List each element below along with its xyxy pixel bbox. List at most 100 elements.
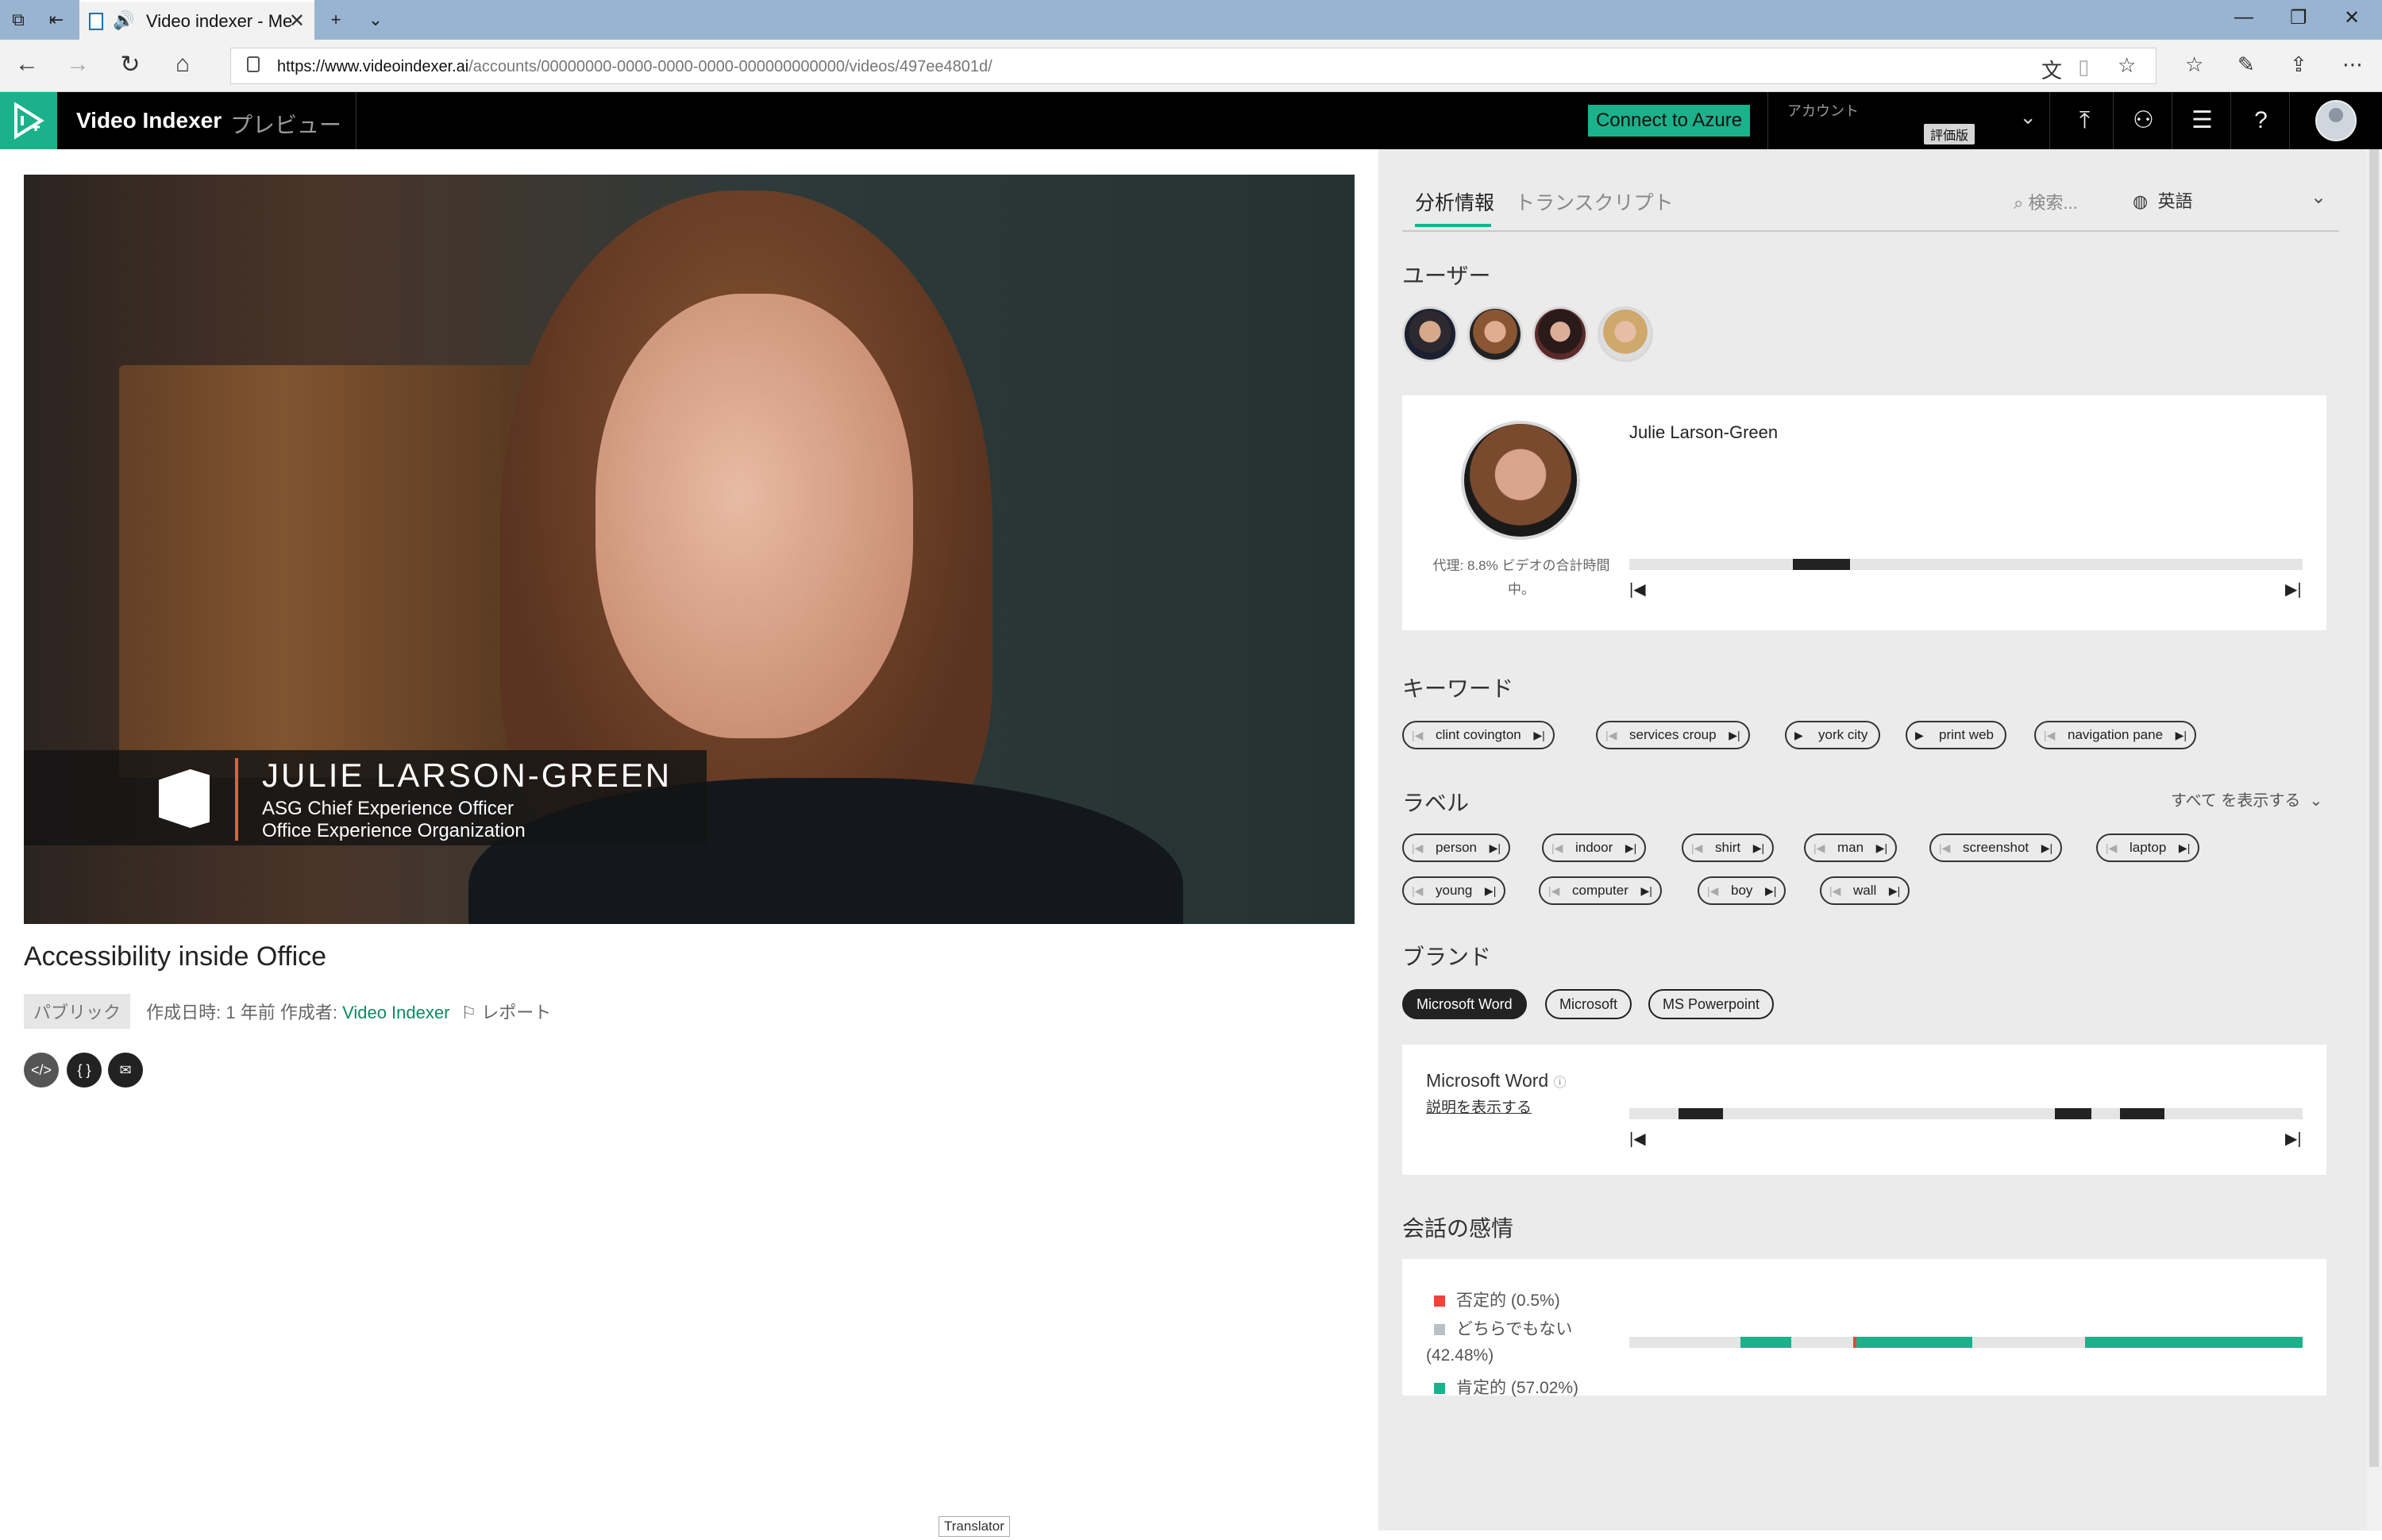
refresh-icon[interactable]: ↻ <box>114 51 146 79</box>
keyword-pill[interactable]: |◀ navigation pane ▶| <box>2034 721 2197 749</box>
app-name[interactable]: Video Indexer <box>76 108 222 133</box>
person-avatar-3[interactable] <box>1532 306 1588 362</box>
keyword-pill[interactable]: |◀ clint covington ▶| <box>1402 721 1555 749</box>
prev-instance-icon[interactable]: |◀ <box>1412 835 1423 860</box>
prev-instance-icon[interactable]: |◀ <box>1813 835 1825 860</box>
prev-instance-icon[interactable]: |◀ <box>1829 878 1840 903</box>
next-instance-icon[interactable]: ▶| <box>1625 835 1636 860</box>
author-link[interactable]: Video Indexer <box>342 1003 449 1022</box>
tab-preview-chevron-icon[interactable]: ⌄ <box>364 8 387 32</box>
video-player[interactable]: JULIE LARSON-GREEN ASG Chief Experience … <box>24 175 1355 924</box>
brand-pill-ms-powerpoint[interactable]: MS Powerpoint <box>1648 989 1775 1019</box>
scrollbar-thumb[interactable] <box>2369 149 2379 1467</box>
reading-view-icon[interactable]: ▯ <box>2078 55 2089 79</box>
prev-instance-icon[interactable]: |◀ <box>2044 722 2055 748</box>
close-tab-icon[interactable]: ✕ <box>289 10 305 33</box>
person-avatar-2[interactable] <box>1467 306 1523 362</box>
browser-tab-active[interactable]: 🔊 Video indexer - Me ✕ <box>79 0 314 40</box>
set-aside-tabs-icon[interactable]: ⇤ <box>44 8 68 32</box>
tab-actions-icon[interactable]: ⧉ <box>6 8 30 32</box>
show-all-labels-link[interactable]: すべて を表示する ⌄ <box>2171 787 2322 810</box>
label-pill[interactable]: |◀ wall ▶| <box>1820 876 1910 905</box>
home-icon[interactable]: ⌂ <box>167 51 198 78</box>
label-pill[interactable]: |◀ boy ▶| <box>1698 876 1786 905</box>
timeline-segment[interactable] <box>1793 559 1850 570</box>
scrollbar[interactable] <box>2366 149 2382 1530</box>
next-instance-icon[interactable]: ▶| <box>1485 878 1496 903</box>
close-window-icon[interactable]: ✕ <box>2344 6 2360 29</box>
timeline-segment[interactable] <box>2055 1108 2091 1119</box>
prev-instance-icon[interactable]: |◀ <box>1412 722 1423 748</box>
more-icon[interactable]: ⋯ <box>2342 52 2363 77</box>
translate-icon[interactable]: 文 <box>2041 55 2062 84</box>
forward-icon[interactable]: → <box>62 51 94 78</box>
tab-insights[interactable]: 分析情報 <box>1415 187 1494 216</box>
new-tab-icon[interactable]: + <box>324 8 348 32</box>
prev-instance-icon[interactable]: |◀ <box>1548 878 1559 903</box>
label-pill[interactable]: |◀ man ▶| <box>1804 834 1898 862</box>
connect-to-azure-button[interactable]: Connect to Azure <box>1588 105 1750 137</box>
back-icon[interactable]: ← <box>11 51 43 78</box>
positive-segment[interactable] <box>1856 1337 1972 1348</box>
add-user-icon[interactable]: ⚇ <box>2115 92 2172 149</box>
share-icon[interactable]: ⇪ <box>2290 52 2307 77</box>
next-instance-icon[interactable]: ▶| <box>1533 722 1544 748</box>
label-pill[interactable]: |◀ laptop ▶| <box>2096 834 2200 862</box>
timeline-segment[interactable] <box>2120 1108 2164 1119</box>
keyword-pill[interactable]: ▶ print web <box>1906 721 2006 749</box>
json-download-button[interactable]: { } <box>67 1053 102 1088</box>
prev-instance-icon[interactable]: |◀ <box>1691 835 1702 860</box>
label-pill[interactable]: |◀ computer ▶| <box>1539 876 1662 905</box>
favorites-hub-icon[interactable]: ☆ <box>2185 52 2203 77</box>
next-instance-icon[interactable]: ▶| <box>2176 722 2187 748</box>
upload-icon[interactable]: ⤒ <box>2056 92 2114 149</box>
user-avatar[interactable] <box>2315 100 2357 141</box>
embed-code-button[interactable]: </> <box>24 1053 59 1088</box>
prev-instance-icon[interactable]: |◀ <box>2106 835 2117 860</box>
label-pill[interactable]: |◀ indoor ▶| <box>1542 834 1647 862</box>
label-pill[interactable]: |◀ screenshot ▶| <box>1929 834 2063 862</box>
info-icon[interactable]: ⓘ <box>1554 1076 1567 1090</box>
next-instance-icon[interactable]: ▶| <box>1889 878 1900 903</box>
pen-notes-icon[interactable]: ✎ <box>2237 52 2255 77</box>
positive-segment[interactable] <box>1740 1337 1791 1348</box>
brand-pill-microsoft[interactable]: Microsoft <box>1545 989 1632 1019</box>
label-pill[interactable]: |◀ shirt ▶| <box>1682 834 1775 862</box>
positive-segment[interactable] <box>2085 1337 2303 1348</box>
next-instance-icon[interactable]: ▶| <box>1765 878 1776 903</box>
settings-sliders-icon[interactable]: ☰ <box>2174 92 2231 149</box>
prev-instance-icon[interactable]: |◀ <box>1707 878 1718 903</box>
show-description-link[interactable]: 説明を表示する <box>1426 1095 1532 1117</box>
minimize-icon[interactable]: — <box>2234 6 2253 29</box>
prev-appearance-icon[interactable]: |◀ <box>1629 579 1646 599</box>
prev-instance-icon[interactable]: |◀ <box>1551 835 1563 860</box>
next-instance-icon[interactable]: ▶| <box>2041 835 2052 860</box>
audio-playing-icon[interactable]: 🔊 <box>113 10 134 31</box>
brand-pill-microsoft-word[interactable]: Microsoft Word <box>1402 989 1527 1019</box>
timeline-segment[interactable] <box>1679 1108 1723 1119</box>
insights-search[interactable]: ⌕ 検索... <box>2014 189 2078 214</box>
person-timeline[interactable] <box>1629 559 2303 570</box>
url-field[interactable]: https://www.videoindexer.ai/accounts/000… <box>230 48 2157 84</box>
language-select[interactable]: ◍ 英語 ⌄ <box>2133 187 2326 213</box>
keyword-pill[interactable]: |◀ services croup ▶| <box>1596 721 1750 749</box>
next-instance-icon[interactable]: ▶| <box>1876 835 1887 860</box>
video-indexer-logo-icon[interactable] <box>0 92 57 149</box>
next-instance-icon[interactable]: ▶| <box>2179 835 2190 860</box>
sentiment-timeline[interactable] <box>1629 1337 2303 1348</box>
email-share-button[interactable]: ✉ <box>108 1053 143 1088</box>
next-instance-icon[interactable]: ▶| <box>1490 835 1501 860</box>
prev-instance-icon[interactable]: |◀ <box>1412 878 1423 903</box>
prev-instance-icon[interactable]: |◀ <box>1605 722 1617 748</box>
keyword-pill[interactable]: ▶ york city <box>1785 721 1881 749</box>
brand-timeline[interactable] <box>1629 1108 2303 1119</box>
account-selector[interactable]: アカウント 評価版 ⌄ <box>1767 92 2050 149</box>
person-name[interactable]: Julie Larson-Green <box>1629 422 1778 443</box>
favorite-star-icon[interactable]: ☆ <box>2118 53 2136 78</box>
tab-transcript[interactable]: トランスクリプト <box>1515 187 1674 216</box>
next-instance-icon[interactable]: ▶| <box>1729 722 1740 748</box>
prev-instance-icon[interactable]: ▶ <box>1915 722 1924 748</box>
next-appearance-icon[interactable]: ▶| <box>2285 579 2302 599</box>
next-instance-icon[interactable]: ▶| <box>1753 835 1764 860</box>
help-icon[interactable]: ? <box>2233 92 2290 149</box>
